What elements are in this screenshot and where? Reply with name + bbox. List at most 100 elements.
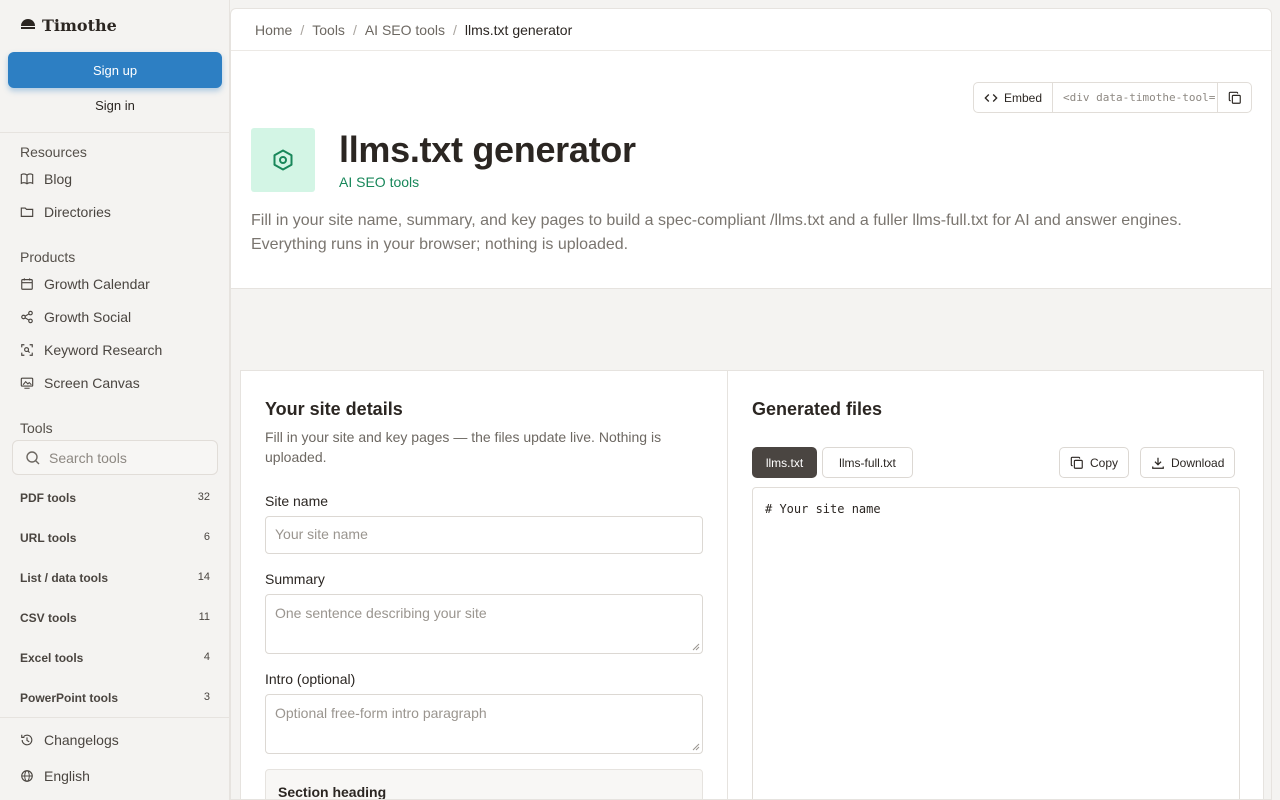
category-count: 3 [203,691,210,703]
panel-description: Fill in your site and key pages — the fi… [265,429,662,465]
category-label: URL tools [20,531,77,545]
section-title-products: Products [20,249,76,265]
download-icon [1152,457,1164,469]
page-title: llms.txt generator [339,129,636,170]
category-count: 4 [203,651,210,663]
sidebar-item-label: Growth Calendar [44,276,150,292]
screen-image-icon [20,377,34,389]
sidebar-item-label: Blog [44,171,73,187]
divider [0,717,229,718]
resize-handle-icon[interactable] [692,643,700,651]
signup-button[interactable]: Sign up [8,52,222,88]
breadcrumb-separator: / [352,22,357,38]
category-count: 32 [197,491,210,503]
history-icon [21,734,33,746]
breadcrumb-ai-seo-tools[interactable]: AI SEO tools [365,22,445,38]
sidebar-item-label: Keyword Research [44,342,163,358]
logo-icon [20,18,36,34]
section-title-resources: Resources [20,144,87,160]
tab-llms-full-txt[interactable]: llms-full.txt [822,447,913,478]
share-icon [21,310,33,324]
summary-placeholder: One sentence describing your site [275,605,487,621]
copy-icon [1070,456,1083,469]
book-icon [20,173,34,185]
sidebar-category-url[interactable]: URL tools 6 [20,531,210,545]
sidebar-item-growth-calendar[interactable]: Growth Calendar [20,274,150,294]
embed-code-field[interactable]: <div data-timothe-tool="llms-txt-generat… [1053,83,1217,112]
category-label: Excel tools [20,651,84,665]
sidebar-category-list-data[interactable]: List / data tools 14 [20,571,210,585]
breadcrumb-separator: / [300,22,305,38]
breadcrumb-tools[interactable]: Tools [312,22,345,38]
site-name-input[interactable]: Your site name [265,516,703,554]
section-title-tools: Tools [20,420,53,436]
summary-textarea[interactable]: One sentence describing your site [265,594,703,654]
section-card: Section heading [265,769,703,800]
generated-output[interactable]: # Your site name [752,487,1240,799]
category-label: CSV tools [20,611,77,625]
intro-placeholder: Optional free-form intro paragraph [275,705,487,721]
sidebar-item-keyword-research[interactable]: Keyword Research [20,340,162,360]
breadcrumb-home[interactable]: Home [255,22,292,38]
copy-icon [1228,91,1241,104]
sidebar-item-label: Screen Canvas [44,375,140,391]
sidebar-item-growth-social[interactable]: Growth Social [20,307,131,327]
embed-button[interactable]: Embed [974,83,1054,112]
sidebar-item-directories[interactable]: Directories [20,202,111,222]
panel-title: Your site details [265,399,403,419]
sidebar-item-blog[interactable]: Blog [20,169,72,189]
tool-description: Fill in your site name, summary, and key… [251,212,1182,253]
sidebar-category-excel[interactable]: Excel tools 4 [20,651,210,665]
sidebar-category-pdf[interactable]: PDF tools 32 [20,491,210,505]
signin-link[interactable]: Sign in [8,98,222,118]
sidebar-item-label: Changelogs [44,732,119,748]
copy-label: Copy [1090,455,1119,470]
tool-search-input[interactable]: Search tools [12,440,218,475]
tab-llms-txt[interactable]: llms.txt [752,447,817,478]
tool-category-link[interactable]: AI SEO tools [339,174,419,190]
brand-logo[interactable]: Timothe [20,16,117,35]
brand-name: Timothe [42,16,117,35]
intro-label: Intro (optional) [265,671,356,687]
folder-icon [20,207,34,217]
site-details-panel: Your site details Fill in your site and … [240,370,727,800]
category-label: PDF tools [20,491,76,505]
sidebar-item-label: Directories [44,204,111,220]
hexagon-settings-icon [273,149,293,171]
scan-search-icon [21,344,33,356]
summary-label: Summary [265,571,325,587]
sidebar-category-csv[interactable]: CSV tools 11 [20,611,210,625]
copy-embed-button[interactable] [1217,83,1251,112]
resize-handle-icon[interactable] [692,743,700,751]
sidebar-item-screen-canvas[interactable]: Screen Canvas [20,373,140,393]
divider [231,50,1271,51]
category-label: List / data tools [20,571,109,585]
download-button[interactable]: Download [1140,447,1236,478]
panel-title: Generated files [752,399,883,419]
search-placeholder: Search tools [49,449,127,466]
category-count: 11 [198,611,210,623]
language-selector[interactable]: English [20,766,90,786]
intro-textarea[interactable]: Optional free-form intro paragraph [265,694,703,754]
embed-label: Embed [1004,90,1043,105]
calendar-icon [21,278,33,290]
copy-button[interactable]: Copy [1059,447,1130,478]
main-content: Home / Tools / AI SEO tools / llms.txt g… [230,8,1272,800]
generated-files-panel: Generated files llms.txt llms-full.txt C… [727,370,1264,799]
breadcrumb-current: llms.txt generator [464,22,573,38]
breadcrumb-separator: / [452,22,457,38]
sidebar-item-changelogs[interactable]: Changelogs [20,730,119,750]
embed-bar: Embed <div data-timothe-tool="llms-txt-g… [973,82,1252,113]
sidebar: Timothe Sign up Sign in Resources Blog D… [0,0,230,800]
code-icon [984,93,998,102]
breadcrumb: Home / Tools / AI SEO tools / llms.txt g… [255,21,572,39]
download-label: Download [1171,455,1225,470]
site-name-label: Site name [265,493,329,509]
tool-icon [251,128,315,192]
language-label: English [44,768,90,784]
category-count: 14 [197,571,210,583]
category-count: 6 [203,531,210,543]
sidebar-category-powerpoint[interactable]: PowerPoint tools 3 [20,691,210,705]
divider [0,132,229,133]
section-heading-label: Section heading [278,784,387,800]
